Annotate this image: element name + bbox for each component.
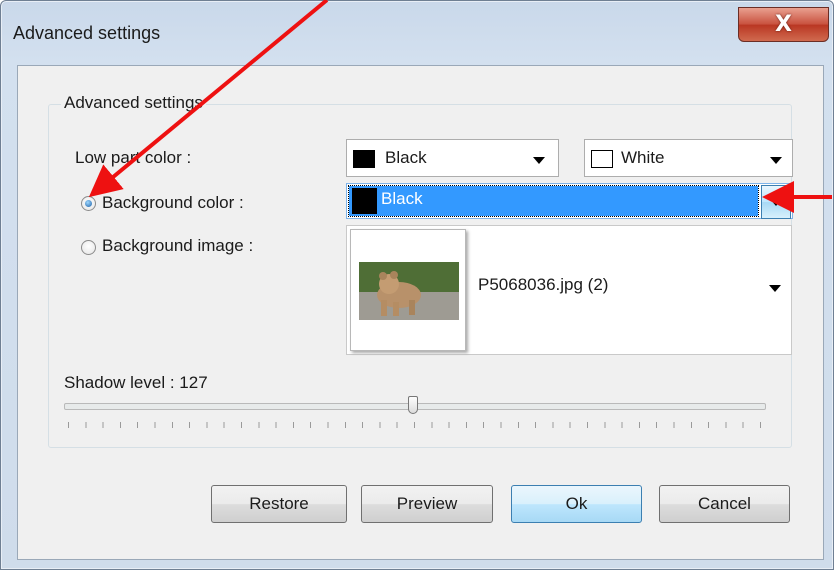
title-bar[interactable]: Advanced settings X — [1, 1, 833, 63]
background-image-label: Background image : — [102, 236, 254, 255]
cancel-button[interactable]: Cancel — [659, 485, 790, 523]
group-legend: Advanced settings — [61, 93, 206, 113]
selection-highlight: Black — [348, 185, 759, 217]
restore-button[interactable]: Restore — [211, 485, 347, 523]
background-image-dropdown[interactable]: P5068036.jpg (2) — [346, 225, 792, 355]
low-part-color-label: Low part color : — [75, 148, 192, 167]
radio-selected-dot — [85, 200, 92, 207]
background-image-value: P5068036.jpg (2) — [478, 275, 609, 294]
background-color-value: Black — [381, 189, 423, 208]
advanced-settings-group: Advanced settings Low part color : Black… — [48, 93, 793, 448]
close-button[interactable]: X — [738, 7, 829, 42]
chevron-down-icon — [769, 285, 781, 292]
ok-button[interactable]: Ok — [511, 485, 642, 523]
black-swatch-icon — [353, 150, 375, 168]
white-swatch-icon — [591, 150, 613, 168]
slider-ticks — [68, 422, 768, 428]
lion-cub-thumbnail-image — [359, 262, 459, 320]
low-part-color1-value: Black — [385, 148, 427, 167]
dialog-window: Advanced settings X Advanced settings Lo… — [0, 0, 834, 570]
preview-button[interactable]: Preview — [361, 485, 493, 523]
slider-thumb[interactable] — [408, 396, 418, 414]
background-color-radio[interactable] — [81, 196, 96, 211]
background-color-dropdown[interactable]: Black — [346, 183, 793, 219]
shadow-level-label: Shadow level : 127 — [64, 373, 208, 392]
low-part-color1-dropdown[interactable]: Black — [346, 139, 559, 177]
chevron-down-icon — [533, 157, 545, 164]
background-color-dropdown-button[interactable] — [761, 185, 791, 219]
close-icon: X — [775, 12, 792, 37]
background-image-radio[interactable] — [81, 240, 96, 255]
chevron-down-icon — [770, 199, 782, 206]
black-swatch-icon — [352, 188, 377, 214]
low-part-color2-value: White — [621, 148, 665, 167]
image-thumbnail-frame — [350, 229, 466, 351]
dialog-client-area: Advanced settings Low part color : Black… — [17, 65, 824, 560]
chevron-down-icon — [770, 157, 782, 164]
window-title: Advanced settings — [13, 23, 161, 43]
low-part-color2-dropdown[interactable]: White — [584, 139, 793, 177]
lion-cub-picture — [359, 262, 459, 320]
background-color-label: Background color : — [102, 193, 244, 212]
